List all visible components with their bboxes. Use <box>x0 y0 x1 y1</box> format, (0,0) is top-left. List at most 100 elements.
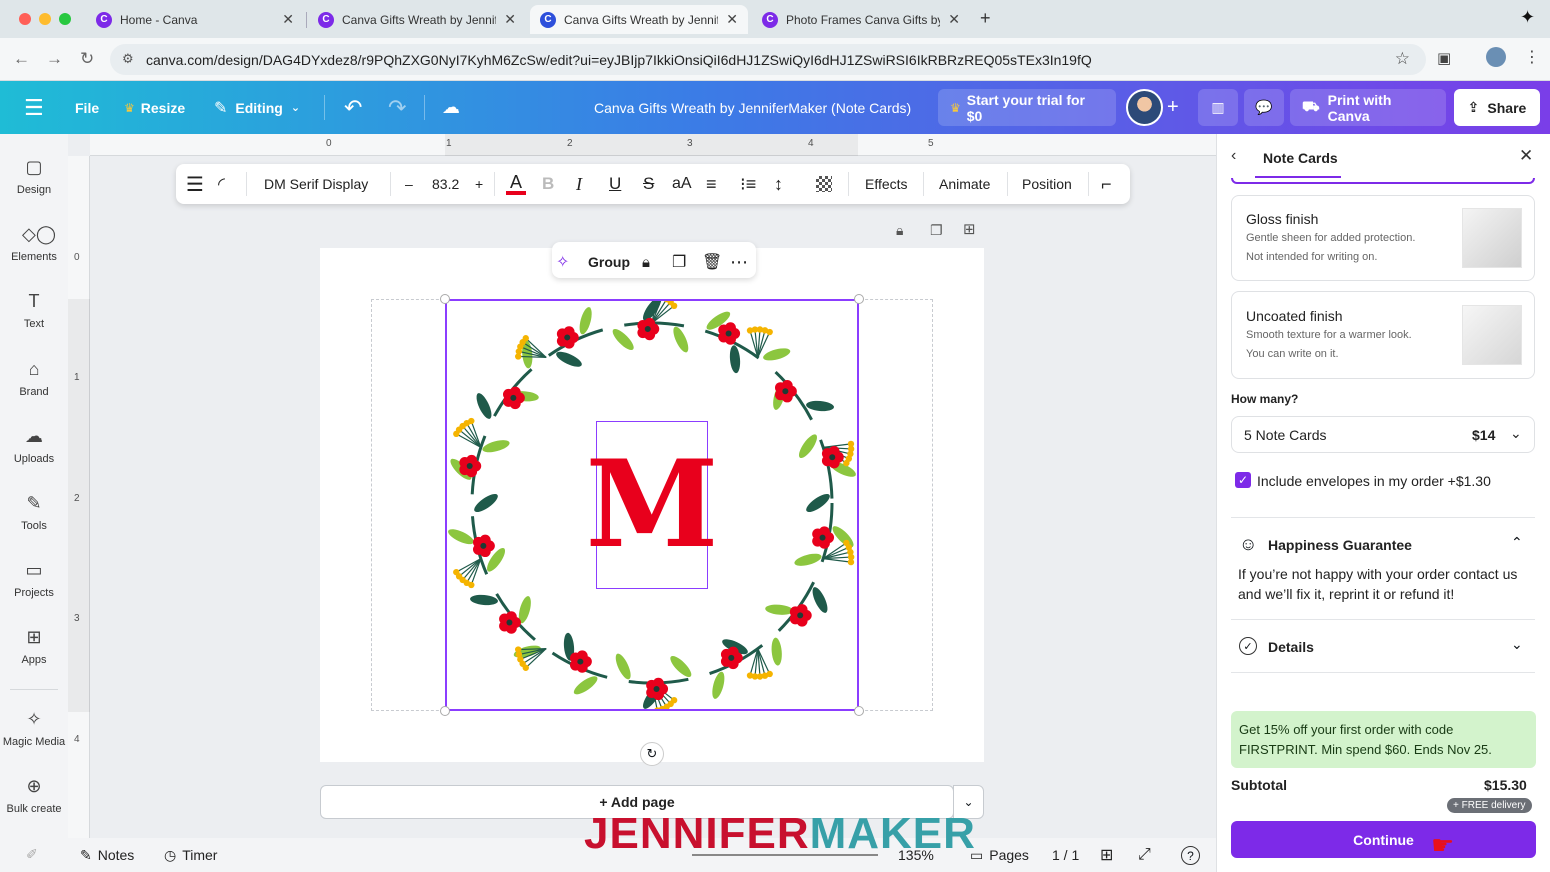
font-size-increase-button[interactable]: + <box>475 164 483 204</box>
fullscreen-icon[interactable]: ⤢ <box>1138 838 1151 872</box>
close-tab-icon[interactable]: ✕ <box>504 11 516 28</box>
lock-icon[interactable]: 🔒︎ <box>642 242 650 282</box>
grid-view-icon[interactable]: ⊞ <box>1100 838 1113 872</box>
gloss-finish-option[interactable]: Gloss finish Gentle sheen for added prot… <box>1231 195 1535 281</box>
chevron-up-icon[interactable]: ⌃ <box>1511 534 1523 551</box>
resize-handle[interactable] <box>854 294 864 304</box>
resize-handle[interactable] <box>854 706 864 716</box>
gemini-sparkle-icon[interactable]: ✦ <box>1520 7 1535 28</box>
browser-tab[interactable]: C Home - Canva ✕ <box>86 5 304 34</box>
underline-button[interactable]: U <box>609 164 621 204</box>
print-with-canva-button[interactable]: ⛟ Print with Canva <box>1290 89 1446 126</box>
minimize-window-button[interactable] <box>39 13 51 25</box>
maximize-window-button[interactable] <box>59 13 71 25</box>
browser-tab[interactable]: C Canva Gifts Wreath by Jennif ✕ <box>308 5 526 34</box>
reload-icon[interactable]: ↻ <box>80 49 94 69</box>
browser-menu-icon[interactable]: ⋮ <box>1524 47 1540 67</box>
rotate-handle-icon[interactable]: ↻ <box>640 742 664 766</box>
sidebar-item-uploads[interactable]: ☁ Uploads <box>0 425 68 485</box>
close-tab-icon[interactable]: ✕ <box>948 11 960 28</box>
url-field[interactable]: ⚙ canva.com/design/DAG4DYxdez8/r9PQhZXG0… <box>110 44 1426 75</box>
back-chevron-icon[interactable]: ‹ <box>1231 147 1236 165</box>
redo-icon[interactable]: ↷ <box>388 81 406 134</box>
spacing-icon[interactable]: ↕ <box>774 164 783 204</box>
new-tab-icon[interactable]: + <box>980 8 991 29</box>
list-icon[interactable]: ⁝≡ <box>740 164 756 204</box>
magic-wand-icon[interactable]: ✧ <box>556 242 569 282</box>
group-button[interactable]: Group <box>588 242 630 282</box>
sidebar-item-brand[interactable]: ⌂ Brand <box>0 358 68 418</box>
profile-avatar[interactable] <box>1486 47 1506 67</box>
sidebar-item-projects[interactable]: ▭ Projects <box>0 559 68 619</box>
trash-icon[interactable]: 🗑︎ <box>702 242 722 282</box>
font-size-decrease-button[interactable]: – <box>405 164 413 204</box>
magic-tools-icon[interactable]: ✐ <box>26 846 38 863</box>
strikethrough-button[interactable]: S <box>643 164 654 204</box>
forward-arrow-icon[interactable]: → <box>46 49 63 69</box>
transparency-icon[interactable] <box>816 164 832 204</box>
uncoated-finish-option[interactable]: Uncoated finish Smooth texture for a war… <box>1231 291 1535 379</box>
add-page-icon[interactable]: ⊞ <box>963 220 976 238</box>
design-title[interactable]: Canva Gifts Wreath by JenniferMaker (Not… <box>594 81 911 134</box>
site-settings-icon[interactable]: ⚙ <box>122 51 134 67</box>
back-arrow-icon[interactable]: ← <box>13 49 30 69</box>
align-center-icon[interactable]: ≡ <box>706 164 717 204</box>
browser-tab-active[interactable]: C Canva Gifts Wreath by Jennif ✕ <box>530 5 748 34</box>
italic-button[interactable]: I <box>576 164 582 204</box>
curve-text-icon[interactable]: ◜ <box>218 164 225 204</box>
cast-icon[interactable]: ▣ <box>1437 49 1451 67</box>
timer-button[interactable]: ◷ Timer <box>164 838 217 872</box>
paint-roller-icon[interactable]: ⌐ <box>1101 164 1112 204</box>
animate-button[interactable]: Animate <box>939 164 990 204</box>
insights-chart-icon[interactable]: ▥ <box>1198 89 1238 126</box>
undo-icon[interactable]: ↶ <box>344 81 362 134</box>
editing-mode-button[interactable]: ✎ Editing ⌄ <box>214 81 300 134</box>
notes-button[interactable]: ✎ Notes <box>80 838 134 872</box>
lock-page-icon[interactable]: 🔒︎ <box>896 222 903 239</box>
text-align-bars-icon[interactable]: ☰ <box>186 164 204 204</box>
letter-case-button[interactable]: aA <box>672 164 692 204</box>
sidebar-item-apps[interactable]: ⊞ Apps <box>0 626 68 686</box>
font-family-select[interactable]: DM Serif Display <box>264 164 368 204</box>
hamburger-menu-icon[interactable]: ☰ <box>24 81 44 134</box>
chevron-down-icon[interactable]: ⌄ <box>1511 636 1523 653</box>
file-menu-button[interactable]: File <box>75 81 99 134</box>
cloud-saved-icon[interactable]: ☁ <box>442 81 460 134</box>
more-options-icon[interactable]: ⋯ <box>730 242 748 282</box>
duplicate-page-icon[interactable]: ❐ <box>930 222 943 239</box>
quantity-select[interactable]: 5 Note Cards $14 ⌄ <box>1231 416 1535 453</box>
sidebar-item-text[interactable]: T Text <box>0 290 68 350</box>
bold-button[interactable]: B <box>542 164 554 204</box>
resize-handle[interactable] <box>440 706 450 716</box>
duplicate-icon[interactable]: ❐ <box>672 242 686 282</box>
add-collaborator-icon[interactable]: + <box>1167 81 1179 134</box>
close-window-button[interactable] <box>19 13 31 25</box>
monogram-letter[interactable]: M <box>586 445 719 565</box>
effects-button[interactable]: Effects <box>865 164 908 204</box>
sidebar-item-design[interactable]: ▢ Design <box>0 156 68 216</box>
browser-tab[interactable]: C Photo Frames Canva Gifts by ✕ <box>752 5 970 34</box>
sidebar-item-bulk-create[interactable]: ⊕ Bulk create <box>0 775 68 835</box>
sidebar-item-elements[interactable]: ◇◯ Elements <box>0 223 68 283</box>
resize-handle[interactable] <box>440 294 450 304</box>
font-size-input[interactable]: 83.2 <box>432 164 459 204</box>
close-tab-icon[interactable]: ✕ <box>282 11 294 28</box>
include-envelopes-checkbox[interactable]: ✓ <box>1235 472 1251 488</box>
resize-button[interactable]: ♛ Resize <box>124 81 185 134</box>
position-button[interactable]: Position <box>1022 164 1072 204</box>
help-icon[interactable]: ? <box>1181 846 1200 865</box>
sidebar-item-tools[interactable]: ✎ Tools <box>0 492 68 552</box>
start-trial-button[interactable]: ♛ Start your trial for $0 <box>938 89 1116 126</box>
close-panel-icon[interactable]: ✕ <box>1519 146 1533 166</box>
comment-icon[interactable]: 💬 <box>1244 89 1284 126</box>
share-button[interactable]: ⇪ Share <box>1454 89 1540 126</box>
bookmark-star-icon[interactable]: ☆ <box>1395 49 1410 69</box>
details-toggle[interactable]: Details <box>1268 639 1314 655</box>
sidebar-item-magic-media[interactable]: ✧ Magic Media <box>0 708 68 768</box>
pages-button[interactable]: ▭ Pages <box>970 838 1029 872</box>
monogram-text-box[interactable]: M <box>586 421 718 589</box>
text-color-icon[interactable]: A <box>506 164 526 204</box>
close-tab-icon[interactable]: ✕ <box>726 11 738 28</box>
user-avatar[interactable] <box>1126 89 1163 126</box>
continue-button[interactable]: Continue <box>1231 821 1536 858</box>
